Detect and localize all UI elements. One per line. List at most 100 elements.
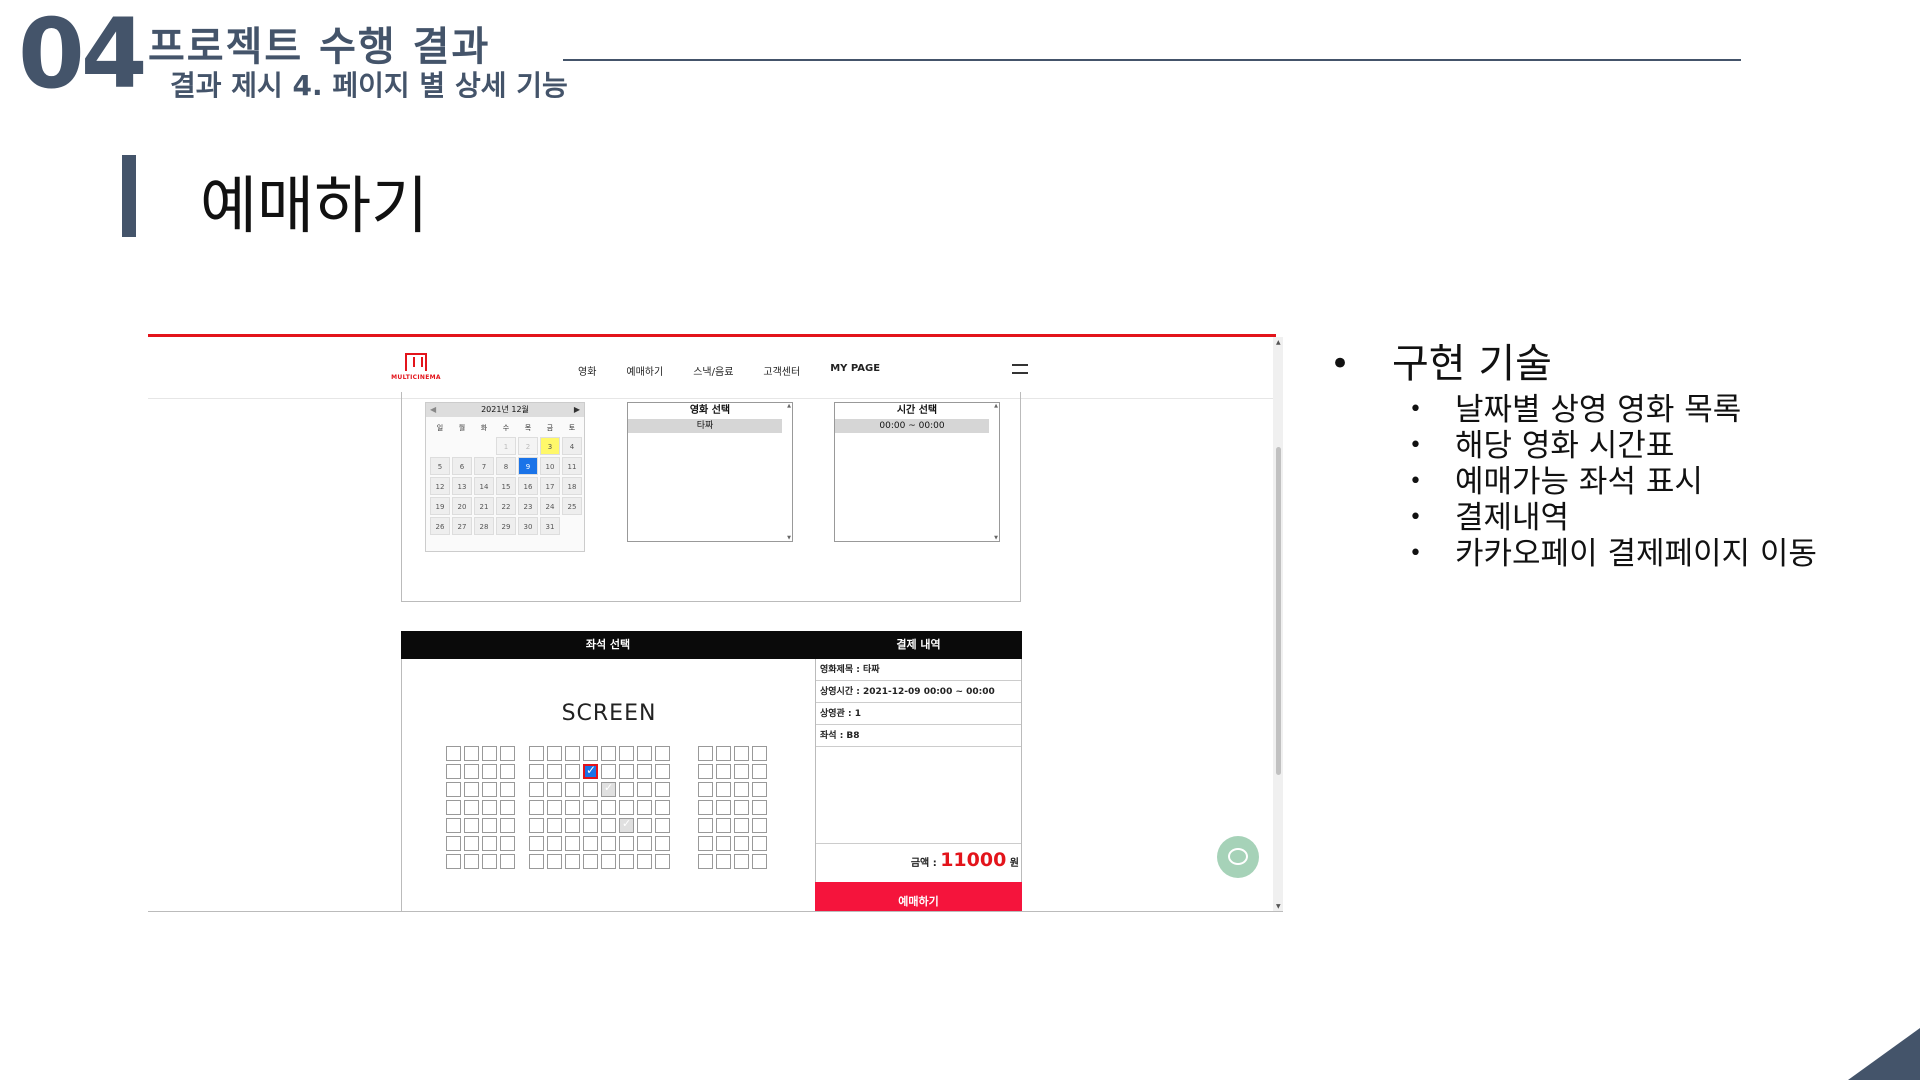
scroll-down-icon[interactable]: ▼ [1276, 903, 1281, 910]
seat[interactable] [716, 818, 731, 833]
calendar-day[interactable]: 12 [430, 477, 450, 495]
seat[interactable] [529, 764, 544, 779]
seat[interactable] [734, 800, 749, 815]
seat[interactable] [482, 782, 497, 797]
seat[interactable] [482, 836, 497, 851]
seat[interactable] [583, 800, 598, 815]
calendar-next-icon[interactable]: ▶ [574, 403, 580, 417]
time-option-selected[interactable]: 00:00 ~ 00:00 [835, 419, 989, 433]
seat[interactable] [619, 836, 634, 851]
seat[interactable] [529, 854, 544, 869]
seat[interactable] [655, 800, 670, 815]
seat[interactable] [655, 782, 670, 797]
calendar-day[interactable]: 5 [430, 457, 450, 475]
calendar-day[interactable]: 22 [496, 497, 516, 515]
seat-reserved[interactable] [601, 781, 616, 797]
calendar-day[interactable]: 29 [496, 517, 516, 535]
seat[interactable] [716, 764, 731, 779]
seat[interactable] [482, 818, 497, 833]
calendar-day[interactable]: 26 [430, 517, 450, 535]
seat[interactable] [446, 764, 461, 779]
calendar-day[interactable]: 27 [452, 517, 472, 535]
seat[interactable] [565, 854, 580, 869]
seat[interactable] [464, 818, 479, 833]
seat[interactable] [601, 746, 616, 761]
nav-item-movies[interactable]: 영화 [578, 363, 596, 378]
seat[interactable] [619, 854, 634, 869]
seat[interactable] [482, 800, 497, 815]
seat[interactable] [464, 782, 479, 797]
calendar-day[interactable]: 16 [518, 477, 538, 495]
seat[interactable] [698, 764, 713, 779]
movie-option-selected[interactable]: 타짜 [628, 419, 782, 433]
calendar-day-selected[interactable]: 9 [518, 457, 538, 475]
calendar-day[interactable]: 20 [452, 497, 472, 515]
seat[interactable] [619, 800, 634, 815]
seat[interactable] [500, 836, 515, 851]
calendar-day[interactable]: 17 [540, 477, 560, 495]
calendar-day[interactable]: 15 [496, 477, 516, 495]
seat[interactable] [601, 836, 616, 851]
calendar-day[interactable]: 30 [518, 517, 538, 535]
seat[interactable] [583, 782, 598, 797]
nav-item-snacks[interactable]: 스낵/음료 [693, 363, 733, 378]
seat-reserved[interactable] [619, 817, 634, 833]
seat[interactable] [583, 854, 598, 869]
seat[interactable] [716, 836, 731, 851]
seat[interactable] [698, 746, 713, 761]
seat[interactable] [583, 818, 598, 833]
scroll-up-icon[interactable]: ▲ [787, 403, 791, 409]
seat[interactable] [752, 854, 767, 869]
seat[interactable] [619, 782, 634, 797]
seat[interactable] [547, 782, 562, 797]
seat[interactable] [655, 764, 670, 779]
seat[interactable] [547, 836, 562, 851]
calendar-day[interactable]: 19 [430, 497, 450, 515]
calendar-day[interactable]: 24 [540, 497, 560, 515]
seat[interactable] [446, 836, 461, 851]
seat[interactable] [734, 782, 749, 797]
seat[interactable] [698, 854, 713, 869]
nav-item-booking[interactable]: 예매하기 [626, 363, 663, 378]
seat[interactable] [752, 746, 767, 761]
site-logo[interactable]: MULTICINEMA [386, 353, 446, 381]
seat[interactable] [529, 836, 544, 851]
seat[interactable] [482, 746, 497, 761]
seat[interactable] [637, 800, 652, 815]
seat[interactable] [601, 800, 616, 815]
calendar-day[interactable]: 31 [540, 517, 560, 535]
seat[interactable] [734, 764, 749, 779]
seat[interactable] [547, 800, 562, 815]
seat[interactable] [565, 782, 580, 797]
seat[interactable] [734, 818, 749, 833]
seat[interactable] [529, 800, 544, 815]
scroll-up-icon[interactable]: ▲ [1276, 339, 1281, 346]
seat[interactable] [655, 854, 670, 869]
seat[interactable] [565, 746, 580, 761]
seat[interactable] [446, 782, 461, 797]
calendar-day-today[interactable]: 3 [540, 437, 560, 455]
seat[interactable] [464, 746, 479, 761]
nav-item-support[interactable]: 고객센터 [763, 363, 800, 378]
seat[interactable] [547, 746, 562, 761]
seat[interactable] [464, 764, 479, 779]
calendar-day[interactable]: 4 [562, 437, 582, 455]
seat[interactable] [601, 764, 616, 779]
seat[interactable] [637, 854, 652, 869]
seat[interactable] [482, 764, 497, 779]
seat[interactable] [655, 836, 670, 851]
calendar-day[interactable]: 8 [496, 457, 516, 475]
calendar-day[interactable]: 23 [518, 497, 538, 515]
seat[interactable] [752, 782, 767, 797]
calendar-day[interactable]: 6 [452, 457, 472, 475]
seat[interactable] [500, 854, 515, 869]
movie-select-list[interactable]: 영화 선택 타짜 ▲ ▼ [627, 402, 793, 542]
seat[interactable] [565, 764, 580, 779]
seat[interactable] [464, 854, 479, 869]
seat[interactable] [698, 782, 713, 797]
calendar-day[interactable]: 11 [562, 457, 582, 475]
seat[interactable] [446, 800, 461, 815]
seat[interactable] [529, 782, 544, 797]
calendar-day[interactable]: 7 [474, 457, 494, 475]
seat[interactable] [500, 746, 515, 761]
